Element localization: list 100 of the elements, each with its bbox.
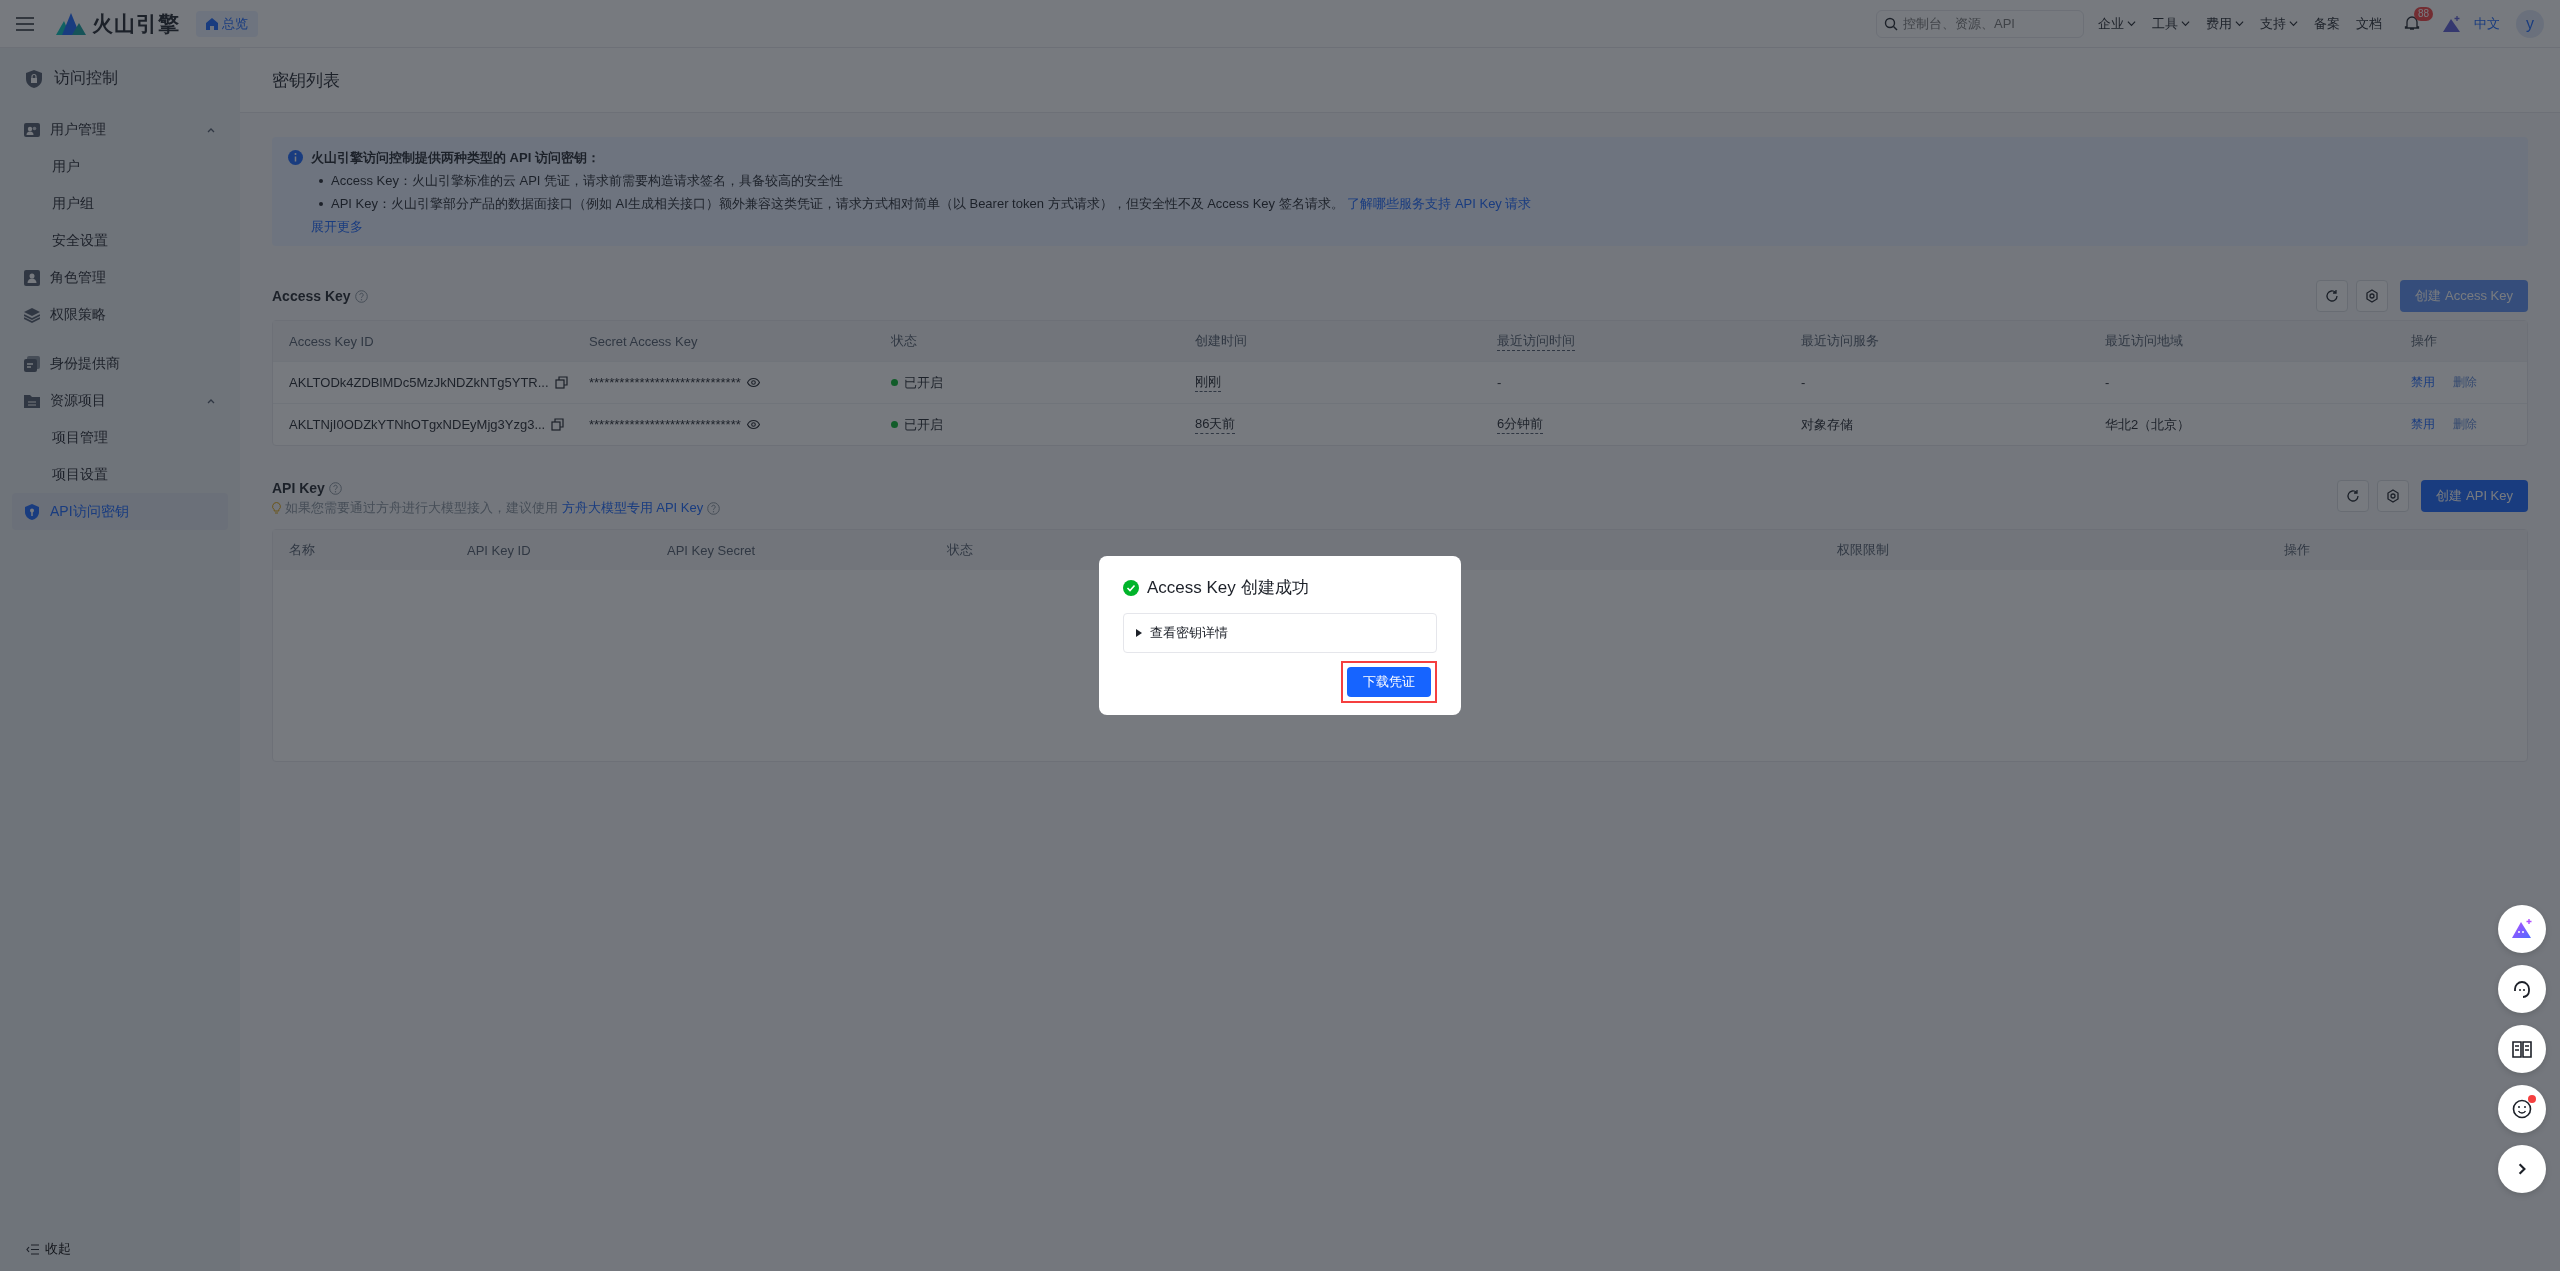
language-button[interactable]: 中文: [2474, 14, 2500, 33]
details-toggle[interactable]: 查看密钥详情: [1123, 613, 1437, 653]
table-cell: -: [2105, 375, 2110, 390]
refresh-button[interactable]: [2337, 480, 2370, 512]
menu-icon[interactable]: [16, 16, 34, 31]
refresh-button[interactable]: [2316, 280, 2349, 312]
collapse-icon: [26, 1242, 39, 1256]
sidebar-subitem[interactable]: 项目管理: [12, 419, 228, 456]
chevron-down-icon: [2235, 19, 2244, 28]
table-cell: 86天前: [1195, 415, 1236, 434]
users-icon: [24, 121, 40, 138]
refresh-icon: [2346, 489, 2361, 503]
logo-text[interactable]: 火山引擎: [92, 9, 180, 38]
table-cell: -: [1801, 375, 1806, 390]
column-header: 名称: [289, 541, 316, 559]
settings-icon: [2386, 489, 2401, 503]
dialog-title: Access Key 创建成功: [1147, 577, 1309, 599]
table-cell: ******************************: [589, 417, 741, 432]
floating-button[interactable]: [2498, 905, 2546, 953]
action-link[interactable]: 禁用: [2411, 374, 2435, 391]
collapse-button[interactable]: 收起: [12, 1227, 228, 1271]
user-avatar[interactable]: y: [2516, 9, 2544, 38]
layers-icon: [24, 306, 40, 323]
sidebar-item[interactable]: 用户管理: [12, 111, 228, 148]
table-cell: 华北2（北京）: [2105, 415, 2191, 434]
column-header: 操作: [2411, 332, 2438, 350]
table-cell: -: [1497, 375, 1502, 390]
smiley-icon: [2511, 1098, 2533, 1120]
overview-button[interactable]: 总览: [196, 10, 258, 37]
floating-button[interactable]: [2498, 1145, 2546, 1193]
sidebar-item[interactable]: API访问密钥: [12, 493, 228, 530]
nav-menu[interactable]: 工具: [2152, 14, 2190, 33]
book-icon: [2511, 1038, 2533, 1060]
floating-button[interactable]: [2498, 1025, 2546, 1073]
mountain-icon: [2442, 14, 2462, 33]
bullet-dot: [319, 179, 323, 183]
gradient-mountain-icon: [2511, 918, 2533, 940]
banner-text: Access Key：火山引擎标准的云 API 凭证，请求前需要构造请求签名，具备较高的安全性: [331, 172, 844, 190]
sidebar-subitem[interactable]: 安全设置: [12, 222, 228, 259]
help-link[interactable]: 了解哪些服务支持 API Key 请求: [1347, 196, 1532, 211]
folder-icon: [24, 392, 40, 409]
download-button[interactable]: 下载凭证: [1347, 667, 1431, 697]
column-header: API Key Secret: [667, 542, 757, 558]
sidebar-subitem[interactable]: 项目设置: [12, 456, 228, 493]
help-icon: [707, 501, 721, 515]
sidebar-item[interactable]: 资源项目: [12, 382, 228, 419]
column-header: 权限限制: [1837, 541, 1890, 559]
floating-button[interactable]: [2498, 1085, 2546, 1133]
copy-icon[interactable]: [551, 418, 565, 431]
bell-icon: [2404, 14, 2420, 31]
table-cell: 6分钟前: [1497, 415, 1544, 434]
chevron-right-icon: [2518, 1163, 2526, 1175]
shield-lock-icon: [24, 68, 44, 89]
banner-text: API Key：火山引擎部分产品的数据面接口（例如 AI生成相关接口）额外兼容这类凭证，请求方式相对简单（以 Bearer token 方式请求），但安全性不及 Access Key 签名请求。 了解哪些服务支持 API Key 请求: [331, 195, 1532, 213]
eye-icon[interactable]: [746, 376, 760, 389]
nav-menu[interactable]: 备案: [2314, 14, 2340, 33]
nav-menu[interactable]: 支持: [2260, 14, 2298, 33]
expand-more-link[interactable]: 展开更多: [311, 218, 1532, 236]
sidebar-subitem[interactable]: 用户组: [12, 185, 228, 222]
settings-button[interactable]: [2356, 280, 2389, 312]
action-link[interactable]: 禁用: [2411, 416, 2435, 433]
settings-icon: [2365, 289, 2380, 303]
create-button[interactable]: 创建 API Key: [2421, 480, 2528, 512]
column-header: 状态: [891, 332, 918, 350]
copy-icon[interactable]: [554, 376, 568, 389]
nav-menu[interactable]: 费用: [2206, 14, 2244, 33]
column-header: 状态: [947, 541, 974, 559]
chevron-down-icon: [2127, 19, 2136, 28]
column-header: API Key ID: [467, 542, 532, 558]
table-cell: 对象存储: [1801, 415, 1853, 434]
document-icon: [24, 355, 40, 372]
hint-link[interactable]: 方舟大模型专用 API Key: [561, 500, 704, 515]
person-card-icon: [24, 269, 40, 286]
headset-icon: [2511, 978, 2533, 1000]
info-icon: [288, 150, 303, 165]
lightbulb-icon: [272, 502, 281, 514]
nav-menu[interactable]: 文档: [2356, 14, 2382, 33]
sidebar-subitem[interactable]: 用户: [12, 148, 228, 185]
nav-menu[interactable]: 企业: [2098, 14, 2136, 33]
check-circle-icon: [1123, 579, 1139, 596]
shield-key-icon: [24, 503, 40, 520]
column-header: 最近访问地域: [2105, 332, 2184, 350]
status-text: 已开启: [904, 373, 943, 392]
sidebar-title: 访问控制: [54, 68, 118, 88]
page-title: 密钥列表: [272, 69, 340, 92]
caret-icon: [1136, 629, 1142, 637]
bullet-dot: [319, 202, 323, 206]
column-header: 创建时间: [1195, 332, 1248, 350]
sidebar-item[interactable]: 角色管理: [12, 259, 228, 296]
floating-button[interactable]: [2498, 965, 2546, 1013]
chevron-down-icon: [2289, 19, 2298, 28]
column-header: 最近访问服务: [1801, 332, 1880, 350]
column-header: 操作: [2284, 541, 2311, 559]
eye-icon[interactable]: [746, 418, 760, 431]
settings-button[interactable]: [2377, 480, 2410, 512]
sidebar-item[interactable]: 权限策略: [12, 296, 228, 333]
column-header: 最近访问时间: [1497, 331, 1575, 351]
sidebar-item[interactable]: 身份提供商: [12, 345, 228, 382]
table-cell: 刚刚: [1195, 373, 1221, 392]
chevron-down-icon: [2181, 19, 2190, 28]
